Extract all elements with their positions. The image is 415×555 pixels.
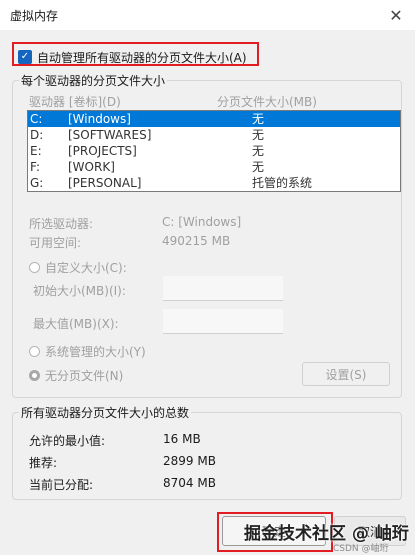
current-value: 8704 MB	[163, 476, 216, 490]
drive-list[interactable]: C: [Windows] 无 D: [SOFTWARES] 无 E: [PROJ…	[27, 110, 401, 192]
current-label: 当前已分配:	[29, 478, 94, 492]
max-size-input[interactable]	[163, 309, 283, 334]
system-managed-label: 系统管理的大小(Y)	[45, 345, 146, 359]
total-group-label: 所有驱动器分页文件大小的总数	[19, 404, 192, 421]
no-paging-radio[interactable]: 无分页文件(N)	[29, 367, 123, 384]
column-drive-header: 驱动器 [卷标](D)	[29, 95, 121, 109]
radio-icon	[29, 346, 40, 357]
drive-row-e[interactable]: E: [PROJECTS] 无	[28, 143, 400, 159]
auto-manage-label: 自动管理所有驱动器的分页文件大小(A)	[37, 50, 247, 65]
watermark-small-text: CSDN @岫珩	[333, 544, 389, 554]
drive-row-d[interactable]: D: [SOFTWARES] 无	[28, 127, 400, 143]
window-title: 虚拟内存	[10, 9, 59, 23]
recommended-value: 2899 MB	[163, 454, 216, 468]
close-icon: ✕	[389, 5, 403, 25]
initial-size-input[interactable]	[163, 276, 283, 301]
set-button[interactable]: 设置(S)	[302, 362, 390, 386]
radio-icon	[29, 262, 40, 273]
free-space-label: 可用空间:	[29, 236, 82, 250]
drive-row-g[interactable]: G: [PERSONAL] 托管的系统	[28, 175, 400, 191]
auto-manage-checkbox[interactable]: ✓ 自动管理所有驱动器的分页文件大小(A)	[18, 48, 247, 66]
recommended-label: 推荐:	[29, 456, 58, 470]
custom-size-radio[interactable]: 自定义大小(C):	[29, 259, 127, 276]
selected-drive-value: C: [Windows]	[162, 215, 242, 229]
custom-size-label: 自定义大小(C):	[45, 261, 127, 275]
free-space-value: 490215 MB	[162, 234, 231, 248]
no-paging-label: 无分页文件(N)	[45, 369, 124, 383]
system-managed-radio[interactable]: 系统管理的大小(Y)	[29, 343, 146, 360]
drive-row-c[interactable]: C: [Windows] 无	[28, 111, 400, 127]
checkmark-icon: ✓	[18, 50, 32, 64]
selected-drive-label: 所选驱动器:	[29, 217, 94, 231]
column-size-header: 分页文件大小(MB)	[217, 95, 317, 109]
min-label: 允许的最小值:	[29, 434, 106, 448]
close-button[interactable]: ✕	[383, 4, 409, 26]
title-bar	[0, 0, 415, 30]
drive-row-f[interactable]: F: [WORK] 无	[28, 159, 400, 175]
drives-group-label: 每个驱动器的分页文件大小	[19, 72, 168, 89]
min-value: 16 MB	[163, 432, 201, 446]
max-size-label: 最大值(MB)(X):	[33, 317, 119, 331]
initial-size-label: 初始大小(MB)(I):	[33, 284, 126, 298]
radio-selected-icon	[29, 370, 40, 381]
